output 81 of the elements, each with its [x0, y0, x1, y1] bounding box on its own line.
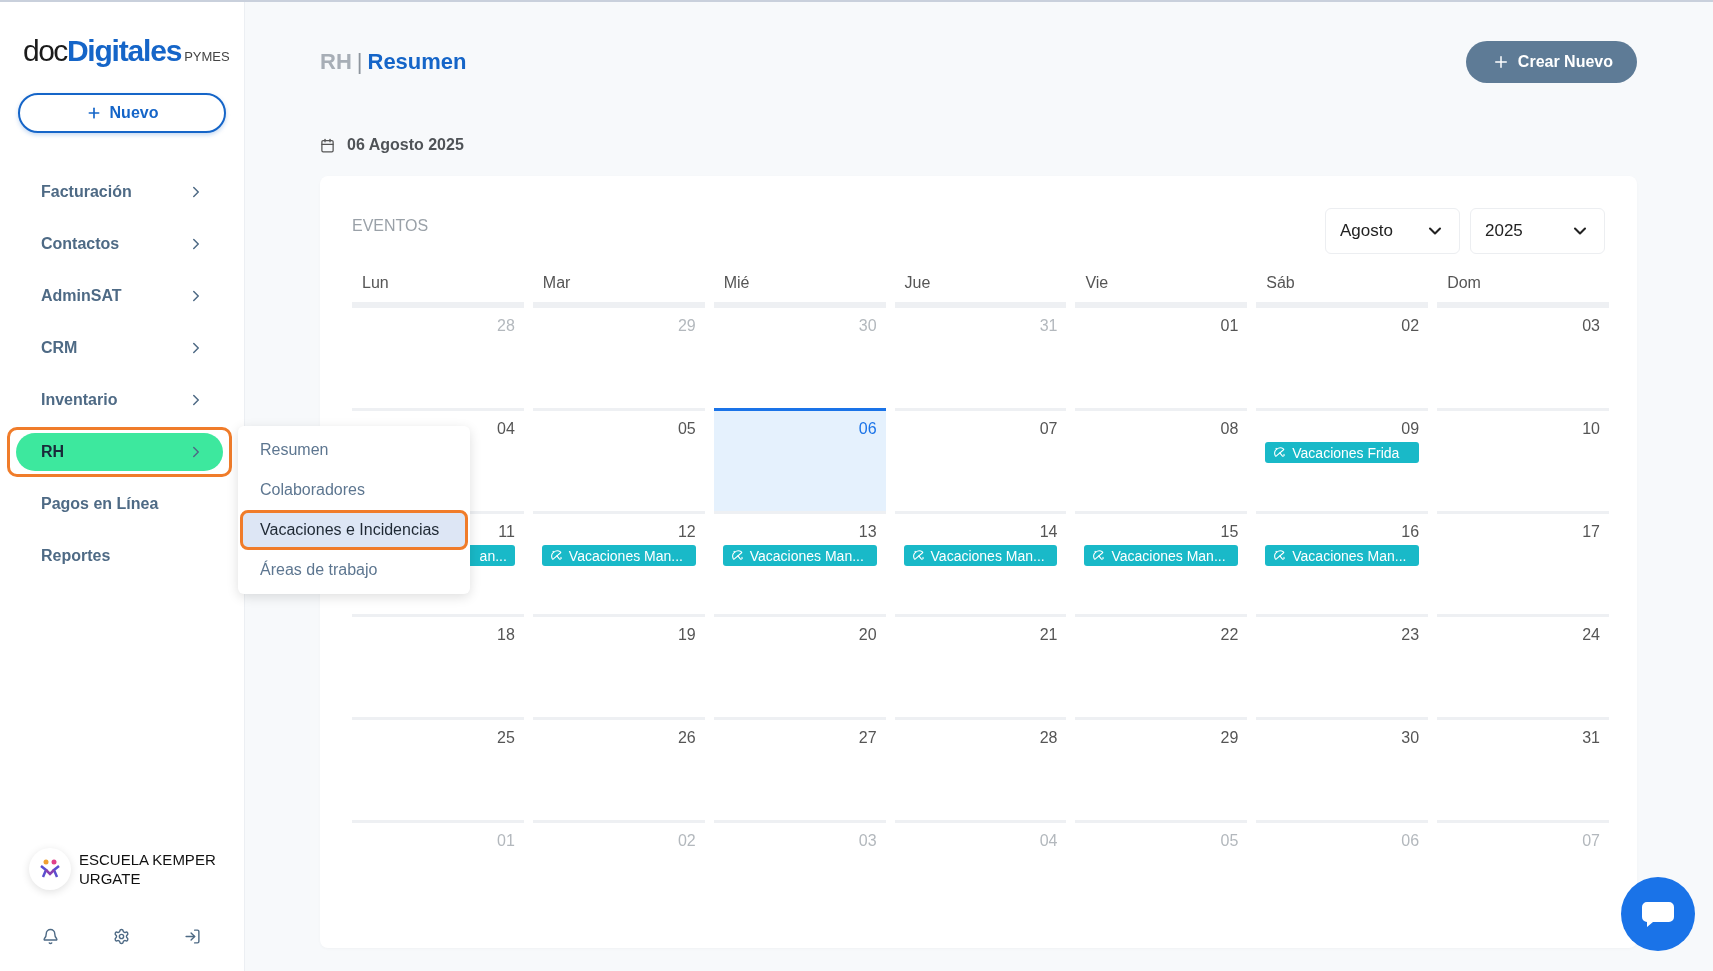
day-number: 20 — [858, 626, 877, 644]
calendar-icon — [320, 137, 335, 153]
day-number: 29 — [1220, 729, 1239, 747]
nav-item[interactable]: CRM — [16, 329, 223, 367]
day-number: 22 — [1220, 626, 1239, 644]
day-number: 17 — [1582, 523, 1600, 541]
day-number: 29 — [677, 317, 696, 335]
day-number: 28 — [497, 317, 515, 335]
day-number: 05 — [1220, 832, 1239, 850]
account-name: ESCUELA KEMPER URGATE — [79, 850, 217, 888]
day-number: 02 — [677, 832, 696, 850]
bell-icon[interactable] — [42, 928, 59, 945]
day-number: 26 — [677, 729, 696, 747]
today-highlight[interactable]: 06 — [713, 408, 886, 511]
settings-icon[interactable] — [113, 928, 130, 945]
day-number: 01 — [1220, 317, 1239, 335]
weekday-header: Jue — [894, 274, 1067, 305]
day-number: 24 — [1582, 626, 1600, 644]
title-separator: | — [356, 49, 363, 75]
weekday-header: Vie — [1075, 274, 1248, 305]
day-number: 23 — [1401, 626, 1420, 644]
day-number: 28 — [1039, 729, 1058, 747]
current-date: 06 Agosto 2025 — [347, 136, 464, 154]
year-select[interactable]: 2025 — [1470, 208, 1605, 254]
day-number: 30 — [858, 317, 877, 335]
nav-item[interactable]: Contactos — [16, 225, 223, 263]
day-number: 31 — [1582, 729, 1600, 747]
day-number: 06 — [1401, 832, 1420, 850]
day-number: 16 — [1401, 523, 1420, 541]
nav-item[interactable]: RH — [16, 433, 223, 471]
day-number: 07 — [1039, 420, 1058, 438]
new-button[interactable]: Nuevo — [18, 93, 226, 133]
weekday-header: Mar — [532, 274, 705, 305]
day-number: 30 — [1401, 729, 1420, 747]
submenu-item[interactable]: Áreas de trabajo — [240, 550, 468, 590]
weekday-header: Lun — [352, 274, 524, 305]
section-title: RH — [320, 49, 352, 75]
nav-item[interactable]: AdminSAT — [16, 277, 223, 315]
logo-suffix: PYMES — [184, 49, 230, 64]
weekday-header: Sáb — [1256, 274, 1429, 305]
weekday-header: Mié — [713, 274, 886, 305]
day-number: 21 — [1039, 626, 1058, 644]
day-number: 04 — [497, 420, 515, 438]
day-number: 04 — [1039, 832, 1058, 850]
day-number: 06 — [858, 420, 877, 438]
day-number: 09 — [1401, 420, 1420, 438]
day-number: 13 — [858, 523, 877, 541]
chat-bubble-icon — [1641, 900, 1675, 928]
day-number: 11 — [498, 523, 515, 541]
submenu-item[interactable]: Resumen — [240, 430, 468, 470]
day-number: 25 — [497, 729, 515, 747]
create-new-button[interactable]: Crear Nuevo — [1465, 41, 1637, 83]
page-title: Resumen — [367, 49, 467, 75]
day-number: 05 — [677, 420, 696, 438]
day-number: 31 — [1039, 317, 1058, 335]
weekday-header: Dom — [1437, 274, 1609, 305]
card-title: EVENTOS — [352, 217, 429, 235]
day-number: 03 — [858, 832, 877, 850]
submenu-item[interactable]: Colaboradores — [240, 470, 468, 510]
day-number: 03 — [1582, 317, 1600, 335]
day-number: 02 — [1401, 317, 1420, 335]
day-number: 15 — [1220, 523, 1239, 541]
nav-item[interactable]: Pagos en Línea — [16, 485, 223, 523]
day-number: 07 — [1582, 832, 1600, 850]
logo-name: Digitales — [66, 34, 182, 68]
nav-item[interactable]: Reportes — [16, 537, 223, 575]
nav-item[interactable]: Inventario — [16, 381, 223, 419]
nav-item[interactable]: Facturación — [16, 173, 223, 211]
month-select[interactable]: Agosto — [1325, 208, 1460, 254]
day-number: 10 — [1582, 420, 1600, 438]
people-logo-icon — [39, 858, 61, 880]
day-number: 01 — [497, 832, 515, 850]
day-number: 27 — [858, 729, 877, 747]
day-number: 14 — [1039, 523, 1058, 541]
day-number: 18 — [497, 626, 515, 644]
submenu-item[interactable]: Vacaciones e Incidencias — [240, 510, 468, 550]
day-number: 19 — [677, 626, 696, 644]
logo-prefix: doc — [23, 34, 67, 68]
day-number: 12 — [677, 523, 696, 541]
arrow-into-box-icon[interactable] — [184, 928, 201, 945]
day-number: 08 — [1220, 420, 1239, 438]
